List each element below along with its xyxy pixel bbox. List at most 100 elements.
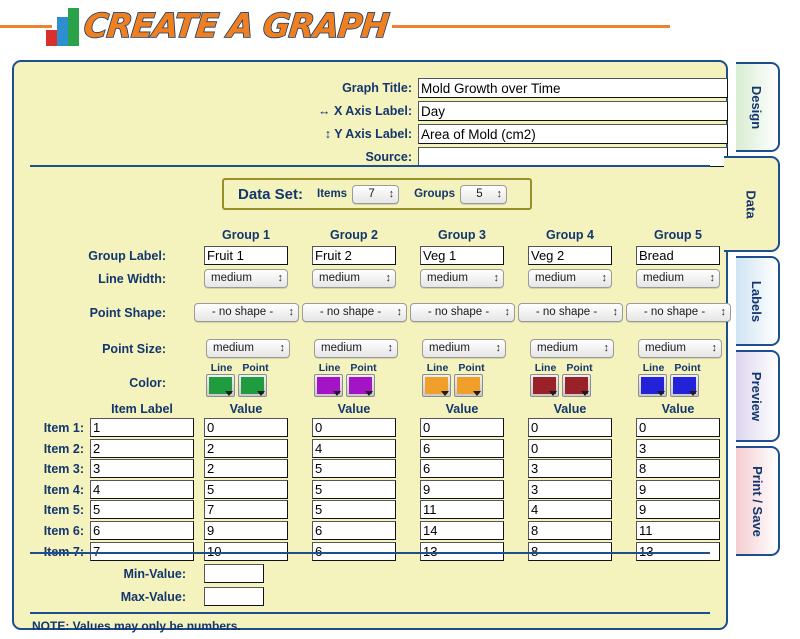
item-label-input-4[interactable] bbox=[90, 479, 194, 499]
color-line-subheader-4: Line bbox=[534, 362, 557, 374]
value-input-g4-i2[interactable] bbox=[528, 438, 612, 458]
item-row-label-5: Item 5: bbox=[43, 503, 84, 518]
point-color-swatch-3[interactable] bbox=[454, 374, 483, 397]
point-size-select-3[interactable]: medium bbox=[422, 339, 506, 358]
line-width-select-2[interactable]: medium bbox=[312, 269, 396, 288]
value-input-g2-i3[interactable] bbox=[312, 459, 396, 479]
line-color-swatch-2[interactable] bbox=[314, 374, 343, 397]
point-size-select-5[interactable]: medium bbox=[638, 339, 722, 358]
line-color-swatch-3[interactable] bbox=[422, 374, 451, 397]
group-label-input-4[interactable] bbox=[528, 246, 612, 265]
graph-info-label-source: Source: bbox=[294, 150, 412, 164]
item-label-input-1[interactable] bbox=[90, 418, 194, 437]
line-width-select-4[interactable]: medium bbox=[528, 269, 612, 288]
point-color-swatch-5[interactable] bbox=[670, 374, 699, 397]
graph-info-row-x: ↔ X Axis Label: bbox=[294, 101, 728, 122]
line-color-swatch-1[interactable] bbox=[206, 374, 235, 397]
value-input-g4-i1[interactable] bbox=[528, 418, 612, 437]
line-color-swatch-5[interactable] bbox=[638, 374, 667, 397]
tab-data[interactable]: Data bbox=[724, 156, 780, 252]
point-size-select-2[interactable]: medium bbox=[314, 339, 398, 358]
group-label-input-2[interactable] bbox=[312, 246, 396, 265]
value-input-g2-i4[interactable] bbox=[312, 479, 396, 499]
chevron-down-icon bbox=[581, 391, 589, 396]
value-input-g5-i5[interactable] bbox=[636, 500, 720, 520]
items-select[interactable]: 7 bbox=[352, 184, 400, 204]
item-row-label-6: Item 6: bbox=[43, 524, 84, 538]
value-input-g3-i4[interactable] bbox=[420, 479, 504, 499]
max-value-input[interactable] bbox=[204, 587, 264, 606]
point-color-swatch-2[interactable] bbox=[346, 374, 375, 397]
graph-info-input-source[interactable] bbox=[418, 147, 728, 167]
value-input-g2-i1[interactable] bbox=[312, 418, 396, 437]
value-input-g3-i5[interactable] bbox=[420, 500, 504, 520]
value-input-g5-i4[interactable] bbox=[636, 479, 720, 499]
item-label-input-2[interactable] bbox=[90, 438, 194, 458]
value-input-g3-i2[interactable] bbox=[420, 438, 504, 458]
value-input-g4-i6[interactable] bbox=[528, 521, 612, 540]
point-size-select-1[interactable]: medium bbox=[206, 339, 290, 358]
graph-info-input-x[interactable] bbox=[418, 101, 728, 121]
color-row-label: Color: bbox=[129, 376, 166, 390]
line-color-swatch-4[interactable] bbox=[530, 374, 559, 397]
tab-strip: Design Data Labels Preview Print / Save bbox=[724, 60, 800, 630]
value-input-g1-i6[interactable] bbox=[204, 521, 288, 540]
point-shape-select-3[interactable]: - no shape - bbox=[410, 303, 515, 322]
value-input-g2-i6[interactable] bbox=[312, 521, 396, 540]
value-input-g3-i1[interactable] bbox=[420, 418, 504, 437]
value-input-g4-i5[interactable] bbox=[528, 500, 612, 520]
point-shape-select-1[interactable]: - no shape - bbox=[194, 303, 299, 322]
point-shape-select-5[interactable]: - no shape - bbox=[626, 303, 731, 322]
chevron-down-icon bbox=[441, 391, 449, 396]
point-size-select-4[interactable]: medium bbox=[530, 339, 614, 358]
value-input-g4-i4[interactable] bbox=[528, 479, 612, 499]
item-row-label-1: Item 1: bbox=[43, 421, 84, 435]
point-color-swatch-4[interactable] bbox=[562, 374, 591, 397]
point-color-swatch-1[interactable] bbox=[238, 374, 267, 397]
value-input-g1-i1[interactable] bbox=[204, 418, 288, 437]
value-input-g1-i2[interactable] bbox=[204, 438, 288, 458]
value-input-g2-i5[interactable] bbox=[312, 500, 396, 520]
site-logo[interactable]: CREATE A GRAPH bbox=[46, 2, 391, 48]
tab-design[interactable]: Design bbox=[736, 62, 780, 152]
item-label-input-3[interactable] bbox=[90, 459, 194, 479]
line-width-select-3[interactable]: medium bbox=[420, 269, 504, 288]
group-label-input-3[interactable] bbox=[420, 246, 504, 265]
group-header-1: Group 1 bbox=[222, 228, 270, 242]
tab-preview[interactable]: Preview bbox=[736, 350, 780, 442]
value-input-g1-i5[interactable] bbox=[204, 500, 288, 520]
header-rule-right bbox=[392, 25, 670, 28]
value-input-g5-i6[interactable] bbox=[636, 521, 720, 540]
graph-info-input-graph[interactable] bbox=[418, 78, 728, 98]
graph-info-row-graph: Graph Title: bbox=[294, 78, 728, 99]
tab-print-save[interactable]: Print / Save bbox=[736, 446, 780, 556]
item-row-label-3: Item 3: bbox=[43, 462, 84, 477]
graph-info-label-x: ↔ X Axis Label: bbox=[294, 104, 412, 118]
separator-3 bbox=[30, 612, 710, 614]
value-input-g1-i3[interactable] bbox=[204, 459, 288, 479]
line-width-select-5[interactable]: medium bbox=[636, 269, 720, 288]
group-label-input-1[interactable] bbox=[204, 246, 288, 265]
point-shape-select-4[interactable]: - no shape - bbox=[518, 303, 623, 322]
line-width-select-1[interactable]: medium bbox=[204, 269, 288, 288]
value-input-g5-i2[interactable] bbox=[636, 438, 720, 458]
value-input-g3-i6[interactable] bbox=[420, 521, 504, 540]
value-input-g3-i3[interactable] bbox=[420, 459, 504, 479]
value-input-g5-i1[interactable] bbox=[636, 418, 720, 437]
groups-label: Groups bbox=[414, 188, 455, 200]
chevron-down-icon bbox=[473, 391, 481, 396]
min-value-input[interactable] bbox=[204, 564, 264, 583]
value-input-g4-i3[interactable] bbox=[528, 459, 612, 479]
point-shape-select-2[interactable]: - no shape - bbox=[302, 303, 407, 322]
value-input-g5-i3[interactable] bbox=[636, 459, 720, 479]
horizontal-arrow-icon: ↔ bbox=[317, 104, 334, 118]
group-label-input-5[interactable] bbox=[636, 246, 720, 265]
chevron-down-icon bbox=[549, 391, 557, 396]
groups-select[interactable]: 5 bbox=[459, 184, 507, 204]
tab-labels[interactable]: Labels bbox=[736, 256, 780, 346]
value-input-g2-i2[interactable] bbox=[312, 438, 396, 458]
graph-info-input-y[interactable] bbox=[418, 124, 728, 144]
item-label-input-5[interactable] bbox=[90, 500, 194, 520]
item-label-input-6[interactable] bbox=[90, 521, 194, 540]
value-input-g1-i4[interactable] bbox=[204, 479, 288, 499]
